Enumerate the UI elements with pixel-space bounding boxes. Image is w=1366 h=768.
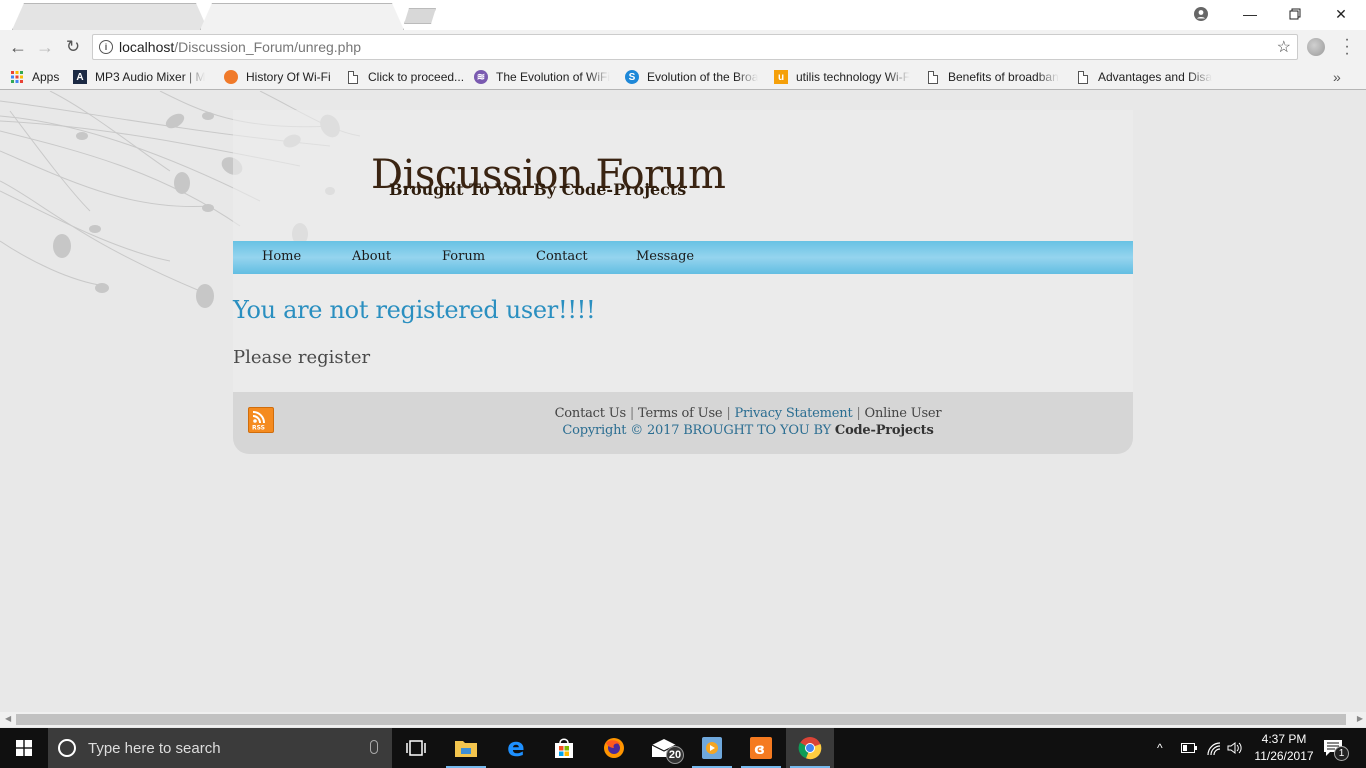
tab-code-projects[interactable]: Code Projects - Projects, ✕ <box>12 3 208 240</box>
minimize-button[interactable]: — <box>1227 0 1273 28</box>
bookmarks-overflow-chevron[interactable]: » <box>1333 68 1341 86</box>
main-content: You are not registered user!!!! Please r… <box>233 274 1133 392</box>
menu-dots-icon[interactable]: · · · <box>1343 32 1351 62</box>
bookmarks-bar: Apps A MP3 Audio Mixer | M History Of Wi… <box>0 64 1366 90</box>
scroll-right-arrow[interactable]: ▶ <box>1357 714 1363 723</box>
nav-contact[interactable]: Contact <box>536 249 588 264</box>
chrome-icon[interactable] <box>786 728 834 768</box>
bookmark-evolution-of-wifi[interactable]: ≋ The Evolution of WiFi <box>474 68 612 86</box>
new-tab-button[interactable] <box>404 8 436 24</box>
windows-logo-icon <box>16 740 32 756</box>
blue-swirl-icon: S <box>625 70 639 84</box>
bookmark-utilis-technology[interactable]: u utilis technology Wi-F <box>774 68 912 86</box>
horizontal-scrollbar[interactable]: ◀ ▶ <box>0 712 1366 727</box>
microphone-icon[interactable] <box>370 740 378 754</box>
please-register-text: Please register <box>233 347 371 368</box>
footer-copyright: Copyright © 2017 BROUGHT TO YOU BY Code-… <box>562 423 934 438</box>
page-icon <box>346 70 360 84</box>
nav-message[interactable]: Message <box>636 249 694 264</box>
site-subtitle: Brought To You By Code-Projects <box>389 180 687 199</box>
store-icon[interactable] <box>540 728 588 768</box>
page-icon <box>926 70 940 84</box>
restore-button[interactable] <box>1272 0 1318 28</box>
wifi-icon[interactable] <box>1206 728 1222 768</box>
search-placeholder: Type here to search <box>88 739 221 757</box>
audio-mixer-icon: A <box>73 70 87 84</box>
tab-online-discussion-forum[interactable]: ɞ Online Discussion Forum ✕ <box>200 3 404 240</box>
taskbar-search-box[interactable]: Type here to search <box>48 728 392 768</box>
copyright-brand: Code-Projects <box>834 423 934 438</box>
wifi-purple-icon: ≋ <box>474 70 488 84</box>
utilis-icon: u <box>774 70 788 84</box>
bookmark-apps[interactable]: Apps <box>10 68 59 86</box>
nav-about[interactable]: About <box>352 249 391 264</box>
extension-icon[interactable] <box>1307 38 1325 56</box>
not-registered-heading: You are not registered user!!!! <box>233 296 596 324</box>
orange-site-icon <box>224 70 238 84</box>
scroll-left-arrow[interactable]: ◀ <box>5 714 11 723</box>
nav-home[interactable]: Home <box>262 249 301 264</box>
notification-badge: 1 <box>1334 746 1349 761</box>
scrollbar-thumb[interactable] <box>16 714 1346 725</box>
site-container: Discussion Forum Brought To You By Code-… <box>233 110 1133 454</box>
show-hidden-icons-chevron[interactable]: ^ <box>1157 728 1163 768</box>
site-header: Discussion Forum Brought To You By Code-… <box>233 110 1133 241</box>
svg-text:ɞ: ɞ <box>754 740 765 758</box>
bookmark-click-to-proceed[interactable]: Click to proceed... <box>346 68 464 86</box>
file-explorer-icon[interactable] <box>442 728 490 768</box>
bookmark-mp3-audio-mixer[interactable]: A MP3 Audio Mixer | M <box>73 68 213 86</box>
nav-forum[interactable]: Forum <box>442 249 485 264</box>
clock-date: 11/26/2017 <box>1254 749 1314 763</box>
edge-icon[interactable]: e <box>492 728 540 768</box>
bookmark-advantages-and-disadvantages[interactable]: Advantages and Disa <box>1076 68 1214 86</box>
bookmark-benefits-of-broadband[interactable]: Benefits of broadban <box>926 68 1064 86</box>
address-bar[interactable]: i localhost/Discussion_Forum/unreg.php ☆ <box>92 34 1298 60</box>
action-center-icon[interactable]: 1 <box>1324 728 1349 768</box>
footer-link-privacy-statement[interactable]: Privacy Statement <box>734 406 852 421</box>
firefox-icon[interactable] <box>590 728 638 768</box>
url-host: localhost <box>119 39 175 55</box>
close-window-button[interactable]: ✕ <box>1318 0 1364 28</box>
footer-link-contact-us[interactable]: Contact Us <box>555 406 627 421</box>
site-footer: RSS Contact Us | Terms of Use | Privacy … <box>233 392 1133 454</box>
profile-icon[interactable] <box>1178 0 1224 28</box>
volume-icon[interactable] <box>1227 728 1243 768</box>
windows-start-button[interactable] <box>0 728 48 768</box>
url-path: /Discussion_Forum/unreg.php <box>174 39 362 55</box>
back-button[interactable]: ← <box>7 36 29 58</box>
xampp-taskbar-icon[interactable]: ɞ <box>737 728 785 768</box>
task-view-icon[interactable] <box>392 728 440 768</box>
forward-button[interactable]: → <box>34 36 56 58</box>
footer-link-online-user[interactable]: Online User <box>865 406 942 421</box>
media-player-icon[interactable] <box>688 728 736 768</box>
cortana-icon <box>58 739 76 757</box>
footer-links: Contact Us | Terms of Use | Privacy Stat… <box>554 406 942 421</box>
bookmark-evolution-of-broadband[interactable]: S Evolution of the Broa <box>625 68 761 86</box>
apps-grid-icon <box>10 70 24 84</box>
windows-taskbar: Type here to search e 20 ɞ ^ 4:37 PM 11/… <box>0 728 1366 768</box>
mail-icon[interactable]: 20 <box>640 728 688 768</box>
browser-toolbar: ← → ↻ i localhost/Discussion_Forum/unreg… <box>0 30 1366 64</box>
page-icon <box>1076 70 1090 84</box>
bookmark-history-of-wifi[interactable]: History Of Wi-Fi <box>224 68 331 86</box>
reload-button[interactable]: ↻ <box>62 36 84 58</box>
main-nav: Home About Forum Contact Message <box>233 241 1133 274</box>
clock-time: 4:37 PM <box>1261 732 1307 746</box>
bookmark-star-icon[interactable]: ☆ <box>1277 37 1291 57</box>
battery-icon[interactable] <box>1181 728 1197 768</box>
system-clock[interactable]: 4:37 PM 11/26/2017 <box>1248 731 1320 765</box>
mail-badge: 20 <box>666 746 684 764</box>
page-viewport: Discussion Forum Brought To You By Code-… <box>0 91 1366 712</box>
info-icon[interactable]: i <box>99 40 113 54</box>
footer-link-terms-of-use[interactable]: Terms of Use <box>638 406 723 421</box>
